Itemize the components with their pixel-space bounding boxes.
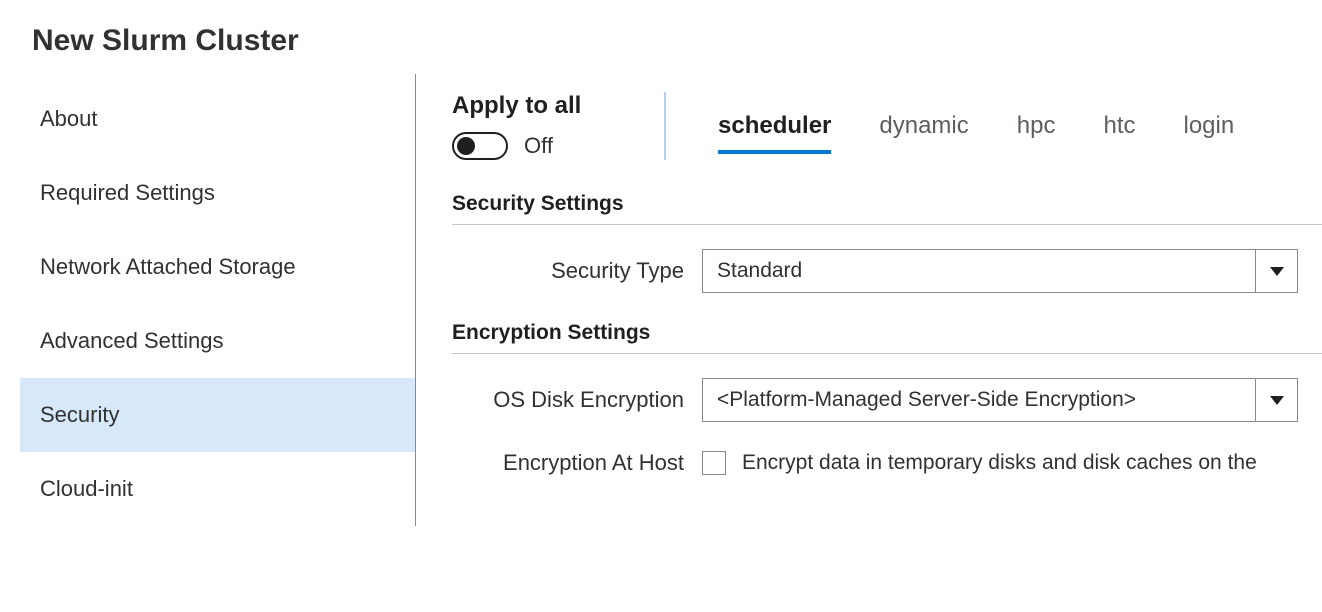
sidebar-item-network-attached-storage[interactable]: Network Attached Storage xyxy=(20,230,415,304)
dropdown-caret-button[interactable] xyxy=(1255,379,1297,421)
tab-login[interactable]: login xyxy=(1183,112,1234,152)
tab-scheduler[interactable]: scheduler xyxy=(718,112,831,152)
chevron-down-icon xyxy=(1270,396,1284,405)
apply-to-all-state: Off xyxy=(524,133,553,159)
main-panel: Apply to all Off scheduler dynamic hpc h… xyxy=(416,74,1322,526)
apply-to-all-toggle[interactable] xyxy=(452,132,508,160)
os-disk-encryption-dropdown[interactable]: <Platform-Managed Server-Side Encryption… xyxy=(702,378,1298,422)
security-settings-heading: Security Settings xyxy=(452,192,1322,225)
tab-htc[interactable]: htc xyxy=(1103,112,1135,152)
encryption-at-host-description: Encrypt data in temporary disks and disk… xyxy=(742,451,1257,475)
apply-to-all-label: Apply to all xyxy=(452,92,628,120)
security-type-value: Standard xyxy=(703,250,1255,292)
chevron-down-icon xyxy=(1270,267,1284,276)
sidebar: About Required Settings Network Attached… xyxy=(0,74,416,526)
apply-to-all-group: Apply to all Off xyxy=(452,92,666,160)
page-title: New Slurm Cluster xyxy=(0,0,1322,74)
sidebar-item-required-settings[interactable]: Required Settings xyxy=(20,156,415,230)
tab-dynamic[interactable]: dynamic xyxy=(879,112,968,152)
os-disk-encryption-label: OS Disk Encryption xyxy=(452,387,702,413)
encryption-at-host-label: Encryption At Host xyxy=(452,450,702,476)
sidebar-item-cloud-init[interactable]: Cloud-init xyxy=(20,452,415,526)
sidebar-item-security[interactable]: Security xyxy=(20,378,415,452)
tab-hpc[interactable]: hpc xyxy=(1017,112,1056,152)
node-tabs: scheduler dynamic hpc htc login xyxy=(666,92,1234,152)
security-type-label: Security Type xyxy=(452,258,702,284)
sidebar-item-about[interactable]: About xyxy=(20,82,415,156)
dropdown-caret-button[interactable] xyxy=(1255,250,1297,292)
encryption-settings-heading: Encryption Settings xyxy=(452,321,1322,354)
sidebar-item-advanced-settings[interactable]: Advanced Settings xyxy=(20,304,415,378)
security-type-dropdown[interactable]: Standard xyxy=(702,249,1298,293)
toggle-knob-icon xyxy=(457,137,475,155)
encryption-at-host-checkbox[interactable] xyxy=(702,451,726,475)
os-disk-encryption-value: <Platform-Managed Server-Side Encryption… xyxy=(703,379,1255,421)
